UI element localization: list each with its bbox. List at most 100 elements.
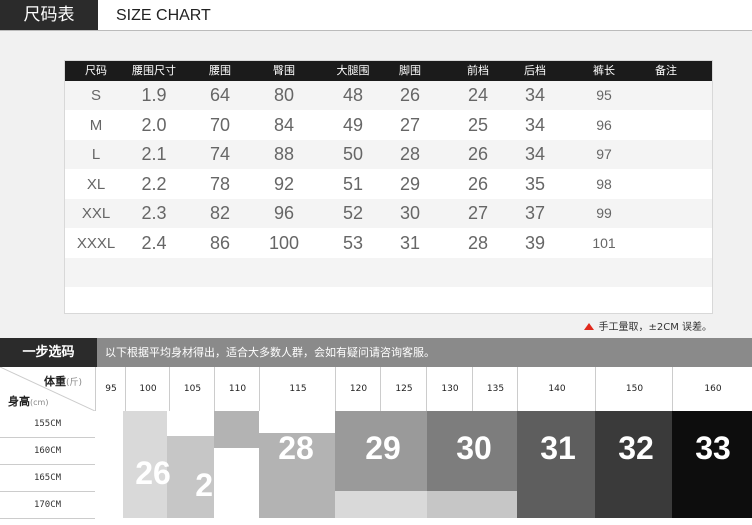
column-header: 尺码 (85, 64, 107, 77)
size-label: 29 (365, 430, 401, 466)
table-cell: 26 (467, 144, 489, 164)
table-cell: 98 (596, 175, 612, 192)
table-cell: 1.9 (141, 85, 167, 105)
table-cell: 2.4 (141, 232, 167, 253)
table-cell: 26 (399, 85, 421, 105)
table-cell: M (89, 116, 103, 134)
table-cell: 97 (596, 146, 612, 162)
weight-cell: 105 (169, 367, 215, 411)
table-cell: 29 (399, 173, 421, 194)
table-cell: 74 (209, 144, 231, 164)
weight-cell: 95 (95, 367, 126, 411)
weight-cell: 110 (214, 367, 260, 411)
table-cell: 35 (524, 173, 546, 194)
table-cell: 2.1 (141, 144, 167, 164)
table-cell: 49 (342, 114, 364, 135)
table-cell: 34 (524, 114, 546, 135)
table-cell: 53 (342, 232, 364, 253)
column-header: 臀围 (273, 64, 295, 77)
weight-cell: 100 (125, 367, 170, 411)
table-cell: 28 (399, 144, 421, 164)
table-cell: 2.2 (141, 173, 167, 194)
table-cell: 96 (596, 116, 612, 133)
table-cell: 82 (209, 203, 231, 223)
table-cell: 100 (268, 232, 300, 253)
table-cell: 52 (342, 203, 364, 223)
table-row-empty (65, 258, 712, 287)
table-cell: 27 (467, 203, 489, 223)
table-row-empty (65, 288, 712, 317)
table-cell: 34 (524, 144, 546, 164)
table-cell: XL (86, 175, 106, 193)
weight-cell: 140 (517, 367, 596, 411)
column-header: 腰围 (209, 64, 231, 77)
table-cell: 96 (273, 203, 295, 223)
size-label: 33 (695, 430, 731, 466)
table-cell: 28 (467, 232, 489, 253)
size-block-edge (335, 491, 427, 518)
table-cell: 50 (342, 144, 364, 164)
table-cell: 95 (596, 87, 612, 103)
table-cell: 31 (399, 232, 421, 253)
table-cell: 39 (524, 232, 546, 253)
table-row: XL 2.2 78 92 51 29 26 35 98 (65, 170, 712, 199)
table-cell: 26 (467, 173, 489, 194)
weight-axis-label: 体重(斤) (44, 375, 83, 388)
column-header: 脚围 (399, 64, 421, 77)
table-cell: 64 (209, 85, 231, 105)
table-cell: 48 (342, 85, 364, 105)
column-header: 前档 (467, 64, 489, 77)
weight-cell: 130 (426, 367, 473, 411)
size-block (214, 433, 335, 448)
size-label: 28 (278, 430, 314, 466)
weight-cell: 125 (380, 367, 427, 411)
table-cell: 99 (596, 205, 612, 221)
table-row: M 2.0 70 84 49 27 25 34 96 (65, 111, 712, 140)
measure-note-text: 手工量取，±2CM 误差。 (598, 322, 712, 333)
table-row: L 2.1 74 88 50 28 26 34 97 (65, 140, 712, 169)
table-cell: 37 (524, 203, 546, 223)
size-chart-subtitle: SIZE CHART (116, 7, 211, 24)
size-table: 尺码 腰围尺寸 腰围 臀围 大腿围 脚围 前档 后档 裤长 备注 S 1.9 64 80 48 26 24 34… (64, 60, 713, 314)
height-axis-label: 身高(cm) (8, 395, 49, 408)
table-cell: XXL (81, 205, 111, 222)
size-block-edge (427, 491, 517, 518)
table-row: S 1.9 64 80 48 26 24 34 95 (65, 81, 712, 110)
table-cell: 2.0 (141, 114, 167, 135)
size-chart-header: 尺码表 SIZE CHART (0, 0, 752, 31)
table-corner: 体重(斤) 身高(cm) (0, 367, 95, 411)
height-cell: 155CM (0, 411, 95, 438)
weight-cell: 135 (472, 367, 518, 411)
measure-note: 手工量取，±2CM 误差。 (584, 318, 712, 333)
table-cell: 70 (209, 114, 231, 135)
column-header: 腰围尺寸 (132, 64, 176, 77)
table-cell: 86 (209, 232, 231, 253)
table-cell: 80 (273, 85, 295, 105)
weight-cell: 150 (595, 367, 673, 411)
table-cell: 51 (342, 173, 364, 194)
table-cell: 27 (399, 114, 421, 135)
warning-triangle-icon (584, 323, 595, 330)
height-cell: 165CM (0, 465, 95, 492)
column-header: 后档 (524, 64, 546, 77)
table-cell: 30 (399, 203, 421, 223)
weight-cell: 120 (335, 367, 381, 411)
table-cell: S (90, 87, 102, 104)
column-header: 大腿围 (336, 64, 370, 77)
table-cell: 2.3 (141, 203, 167, 223)
size-recommendation-grid: 26 27 28 29 30 31 32 33 (95, 411, 752, 518)
table-cell: 92 (273, 173, 295, 194)
selector-tag: 一步选码 (0, 338, 97, 367)
table-cell: 101 (592, 234, 616, 251)
height-cell: 160CM (0, 438, 95, 465)
weight-header-row: 95 100 105 110 115 120 125 130 135 140 150 160 (0, 367, 752, 412)
size-label: 32 (618, 430, 654, 466)
table-cell: 34 (524, 85, 546, 105)
height-cell: 170CM (0, 492, 95, 519)
selector-description: 以下根据平均身材得出，适合大多数人群，会如有疑问请咨询客服。 (105, 346, 435, 359)
size-table-header: 尺码 腰围尺寸 腰围 臀围 大腿围 脚围 前档 后档 裤长 备注 (65, 61, 712, 81)
table-cell: 88 (273, 144, 295, 164)
table-cell: L (91, 146, 101, 163)
table-cell: XXXL (76, 234, 116, 252)
table-row: XXL 2.3 82 96 52 30 27 37 99 (65, 199, 712, 228)
